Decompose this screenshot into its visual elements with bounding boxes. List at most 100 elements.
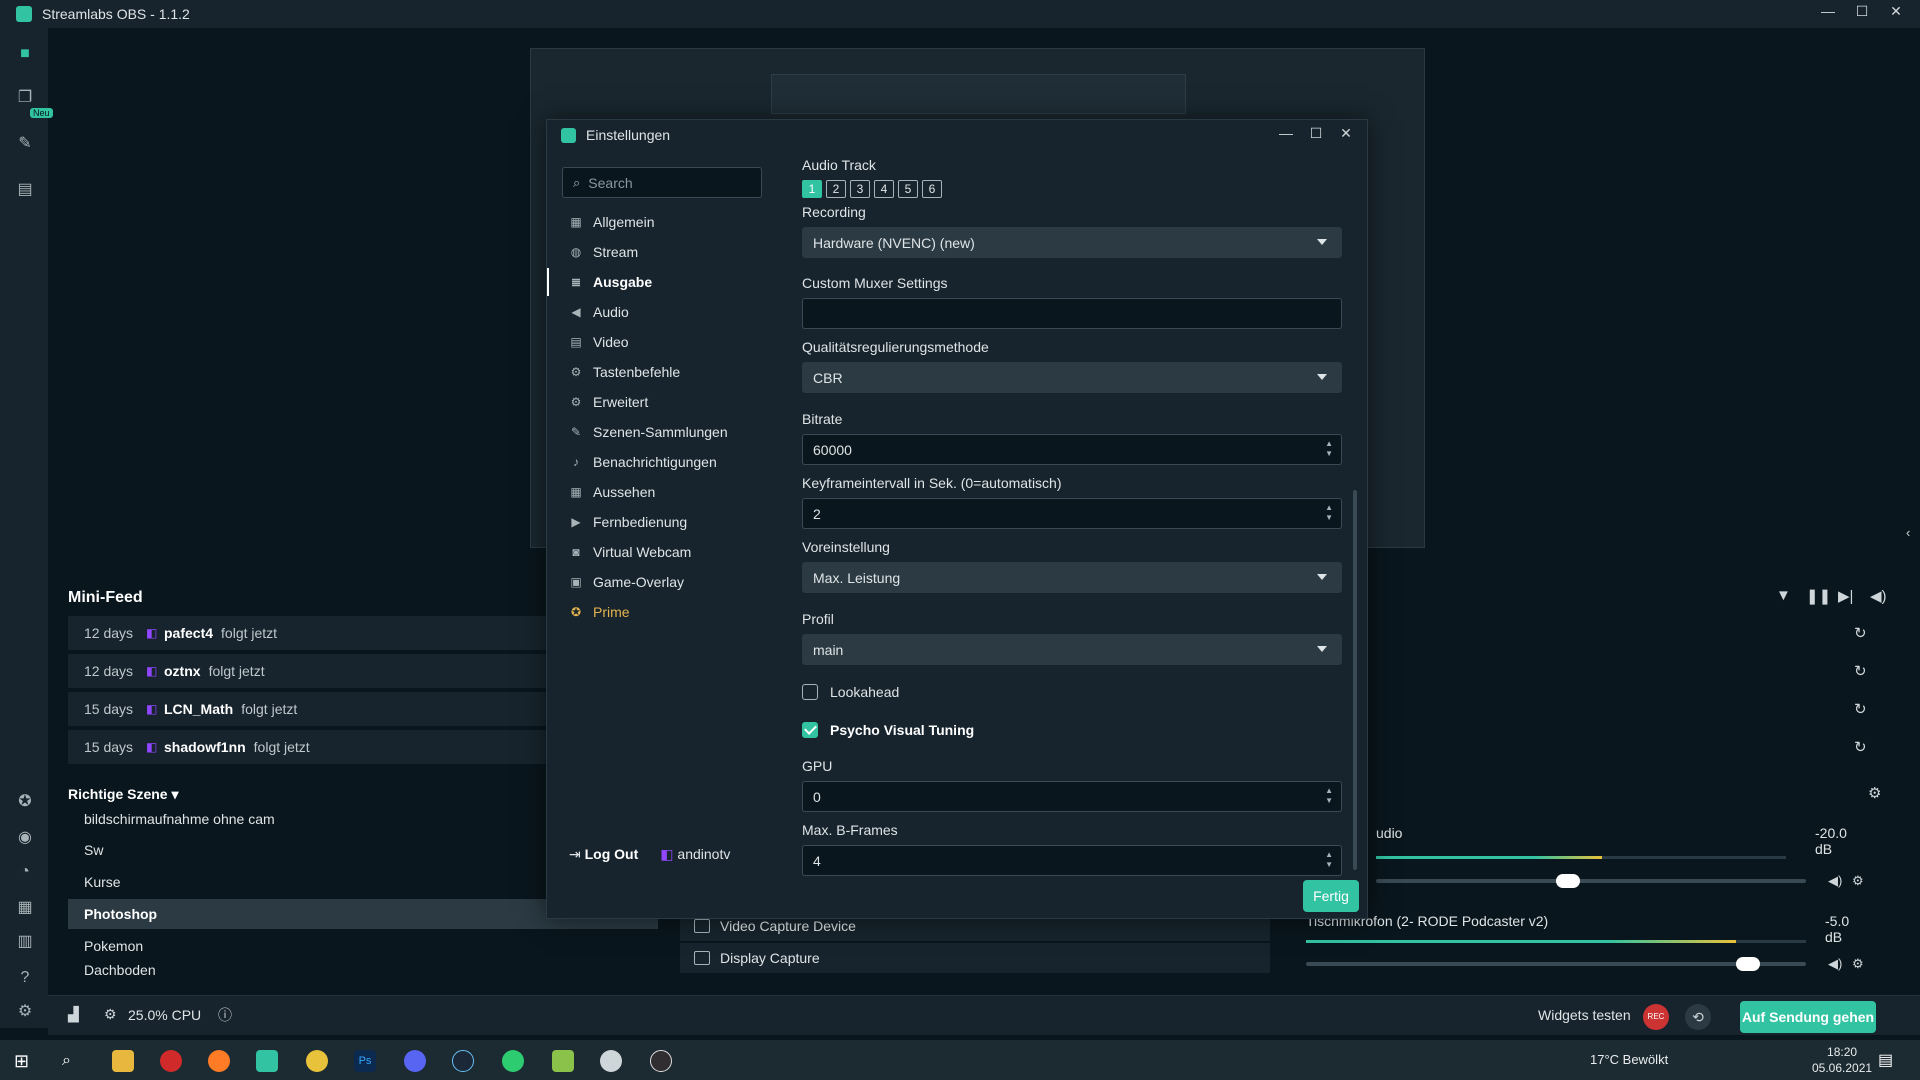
themes-icon[interactable]: ❐	[14, 88, 36, 108]
keyframe-input[interactable]: 2 ▲ ▼	[802, 498, 1342, 529]
chrome-icon[interactable]	[306, 1050, 328, 1072]
dialog-minimize-button[interactable]: —	[1277, 125, 1295, 142]
volume-knob[interactable]	[1556, 874, 1580, 888]
settings-nav-prime[interactable]: ✪ Prime	[547, 598, 787, 626]
pause-icon[interactable]: ❚❚	[1806, 587, 1831, 605]
settings-nav-tastenbefehle[interactable]: ⚙ Tastenbefehle	[547, 358, 787, 386]
maximize-button[interactable]: ☐	[1848, 3, 1876, 20]
volume-icon[interactable]: ◀)	[1870, 587, 1887, 605]
firefox-icon[interactable]	[208, 1050, 230, 1072]
done-button[interactable]: Fertig	[1303, 880, 1359, 912]
preset-select[interactable]: Max. Leistung	[802, 562, 1342, 593]
store-icon[interactable]: ▤	[14, 180, 36, 200]
weather-widget[interactable]: 17°C Bewölkt	[1590, 1052, 1668, 1067]
skip-icon[interactable]: ▶|	[1838, 587, 1853, 605]
file-explorer-icon[interactable]	[112, 1050, 134, 1072]
refresh-icon[interactable]: ↻	[1854, 700, 1867, 718]
mute-icon[interactable]: ◀)	[1828, 956, 1842, 972]
stepper-icon[interactable]: ▲ ▼	[1325, 439, 1333, 459]
settings-nav-benachrichtigungen[interactable]: ♪ Benachrichtigungen	[547, 448, 787, 476]
volume-slider[interactable]	[1306, 957, 1806, 971]
go-live-button[interactable]: Auf Sendung gehen	[1740, 1001, 1876, 1033]
layers-app-icon[interactable]	[552, 1050, 574, 1072]
photoshop-icon[interactable]: Ps	[354, 1050, 376, 1072]
replay-buffer-icon[interactable]: ⟲	[1685, 1004, 1711, 1030]
stepper-icon[interactable]: ▲ ▼	[1325, 850, 1333, 870]
audio-track-1[interactable]: 1	[802, 180, 822, 198]
prime-icon[interactable]: ✪	[14, 792, 36, 812]
audio-track-2[interactable]: 2	[826, 180, 846, 198]
custom-muxer-input[interactable]	[802, 298, 1342, 329]
info-icon[interactable]: ⓘ	[218, 1005, 232, 1025]
chat-icon[interactable]: ◔	[14, 862, 36, 882]
settings-nav-allgemein[interactable]: ▦ Allgemein	[547, 208, 787, 236]
stepper-icon[interactable]: ▲ ▼	[1325, 503, 1333, 523]
settings-nav-aussehen[interactable]: ▦ Aussehen	[547, 478, 787, 506]
source-item[interactable]: Display Capture	[680, 943, 1270, 973]
windows-start-icon[interactable]: ⊞	[14, 1050, 36, 1072]
scene-collection-title[interactable]: Richtige Szene ▾	[68, 786, 179, 803]
settings-nav-game-overlay[interactable]: ▣ Game-Overlay	[547, 568, 787, 596]
filter-icon[interactable]: ▼	[1776, 587, 1791, 604]
feed-item[interactable]: 12 days ◧ pafect4 folgt jetzt	[68, 616, 608, 650]
settings-nav-erweitert[interactable]: ⚙ Erweitert	[547, 388, 787, 416]
settings-scrollbar[interactable]	[1353, 490, 1357, 870]
feed-item[interactable]: 15 days ◧ shadowf1nn folgt jetzt	[68, 730, 608, 764]
audio-track-5[interactable]: 5	[898, 180, 918, 198]
mixer-settings-icon[interactable]: ⚙	[1868, 784, 1881, 802]
streamlabs-taskbar-icon[interactable]	[256, 1050, 278, 1072]
psycho-visual-tuning-checkbox[interactable]: Psycho Visual Tuning	[802, 722, 974, 738]
stats-icon[interactable]: ▟	[68, 1006, 79, 1023]
gpu-input[interactable]: 0 ▲ ▼	[802, 781, 1342, 812]
settings-nav-szenen-sammlungen[interactable]: ✎ Szenen-Sammlungen	[547, 418, 787, 446]
scene-item[interactable]: Dachboden	[68, 963, 658, 977]
settings-nav-stream[interactable]: ◍ Stream	[547, 238, 787, 266]
system-clock[interactable]: 18:20 05.06.2021	[1812, 1044, 1872, 1076]
notifications-icon[interactable]: ▤	[1878, 1050, 1900, 1072]
settings-gear-icon[interactable]: ⚙	[14, 1002, 36, 1022]
source-settings-icon[interactable]: ⚙	[1852, 873, 1864, 889]
settings-nav-fernbedienung[interactable]: ▶ Fernbedienung	[547, 508, 787, 536]
refresh-icon[interactable]: ↻	[1854, 624, 1867, 642]
settings-nav-audio[interactable]: ◀ Audio	[547, 298, 787, 326]
bframes-input[interactable]: 4 ▲ ▼	[802, 845, 1342, 876]
settings-nav-ausgabe[interactable]: ≣ Ausgabe	[547, 268, 787, 296]
close-button[interactable]: ✕	[1882, 3, 1910, 20]
refresh-icon[interactable]: ↻	[1854, 738, 1867, 756]
logout-button[interactable]: ⇥ Log Out	[569, 846, 638, 863]
dialog-maximize-button[interactable]: ☐	[1307, 125, 1325, 142]
studio-icon[interactable]: ▥	[14, 932, 36, 952]
bitrate-input[interactable]: 60000 ▲ ▼	[802, 434, 1342, 465]
steam-icon[interactable]	[452, 1050, 474, 1072]
profile-select[interactable]: main	[802, 634, 1342, 665]
test-widgets-button[interactable]: Widgets testen	[1538, 1007, 1631, 1023]
music-app-icon[interactable]	[502, 1050, 524, 1072]
refresh-icon[interactable]: ↻	[1854, 662, 1867, 680]
scene-item[interactable]: Pokemon	[68, 931, 658, 961]
layout-icon[interactable]: ▦	[14, 898, 36, 918]
settings-nav-virtual-webcam[interactable]: ◙ Virtual Webcam	[547, 538, 787, 566]
editor-icon[interactable]: ■	[14, 44, 36, 64]
record-button[interactable]: REC	[1643, 1004, 1669, 1030]
audio-track-4[interactable]: 4	[874, 180, 894, 198]
audio-track-6[interactable]: 6	[922, 180, 942, 198]
collapse-chevron-icon[interactable]: ‹	[1906, 525, 1910, 540]
volume-knob[interactable]	[1736, 957, 1760, 971]
feed-item[interactable]: 12 days ◧ oztnx folgt jetzt	[68, 654, 608, 688]
lookahead-checkbox[interactable]: Lookahead	[802, 684, 899, 700]
dialog-close-button[interactable]: ✕	[1337, 125, 1355, 142]
search-icon[interactable]: ⌕	[62, 1050, 84, 1072]
obs-icon[interactable]	[650, 1050, 672, 1072]
feed-item[interactable]: 15 days ◧ LCN_Math folgt jetzt	[68, 692, 608, 726]
recording-encoder-select[interactable]: Hardware (NVENC) (new)	[802, 227, 1342, 258]
minimize-button[interactable]: —	[1814, 3, 1842, 20]
tools-icon[interactable]: ✎	[14, 134, 36, 154]
source-settings-icon[interactable]: ⚙	[1852, 956, 1864, 972]
rate-control-select[interactable]: CBR	[802, 362, 1342, 393]
discord-icon[interactable]	[404, 1050, 426, 1072]
settings-search[interactable]: ⌕	[562, 167, 762, 198]
volume-slider[interactable]	[1376, 874, 1806, 888]
settings-search-input[interactable]	[588, 174, 749, 191]
rocket-app-icon[interactable]	[600, 1050, 622, 1072]
mute-icon[interactable]: ◀)	[1828, 873, 1842, 889]
